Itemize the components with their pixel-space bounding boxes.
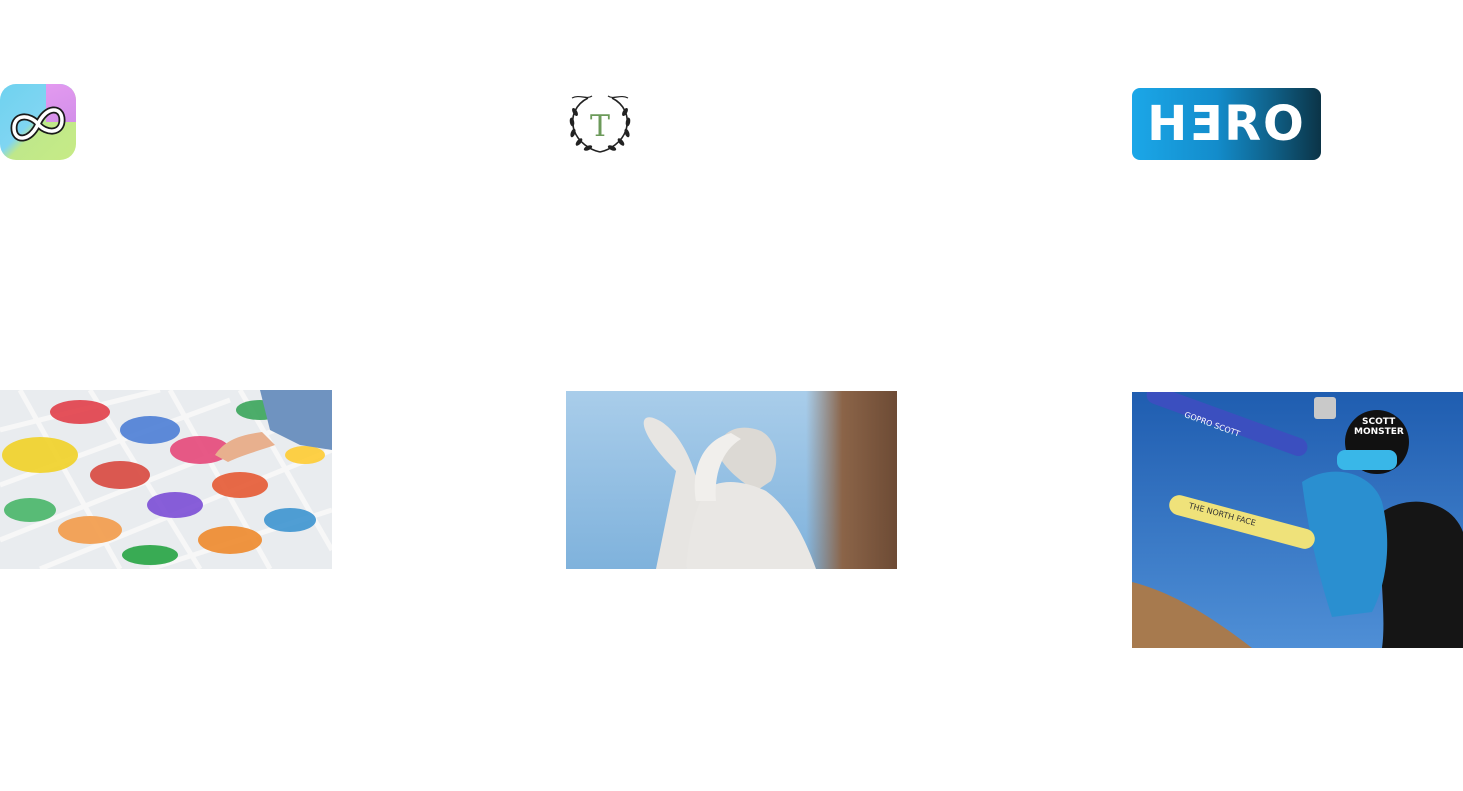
laurel-crest-logo[interactable]: T <box>566 92 634 154</box>
laurel-wreath-icon: T <box>569 95 631 153</box>
skier-photo[interactable]: SCOTT MONSTER GOPRO SCOTT THE NORTH FACE <box>1132 392 1463 648</box>
infinity-app-logo[interactable] <box>0 84 76 160</box>
crest-letter: T <box>590 109 610 144</box>
candy-bins-photo[interactable] <box>0 390 332 569</box>
candy-photo-image <box>0 390 332 569</box>
angel-photo-image <box>566 391 897 569</box>
helmet-text-2: MONSTER <box>1354 427 1404 437</box>
ski-photo-image: SCOTT MONSTER GOPRO SCOTT THE NORTH FACE <box>1132 392 1463 648</box>
hero-wordmark: HƎRO <box>1147 96 1306 152</box>
helmet-text-1: SCOTT <box>1362 417 1396 427</box>
angel-statue-photo[interactable] <box>566 391 897 569</box>
infinity-icon <box>10 106 66 142</box>
hero-brand-logo[interactable]: HƎRO <box>1132 88 1321 160</box>
